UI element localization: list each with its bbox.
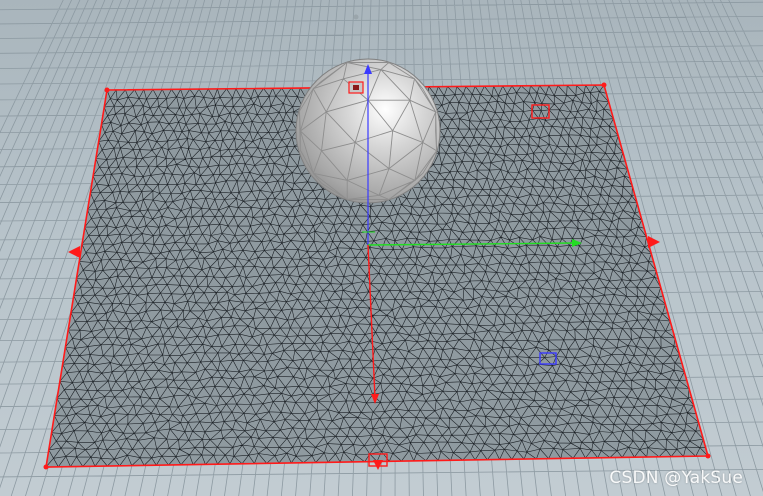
scene-canvas[interactable] [0, 0, 763, 496]
corner-point[interactable] [705, 453, 711, 459]
handle-sphere-dot [353, 85, 359, 90]
3d-viewport[interactable]: CSDN @YakSue [0, 0, 763, 496]
watermark: CSDN @YakSue [609, 468, 743, 488]
handle-left-arrow-icon[interactable] [68, 246, 80, 258]
corner-point[interactable] [104, 87, 110, 93]
corner-point[interactable] [43, 464, 49, 470]
top-marker [353, 14, 359, 20]
corner-point[interactable] [601, 82, 607, 88]
